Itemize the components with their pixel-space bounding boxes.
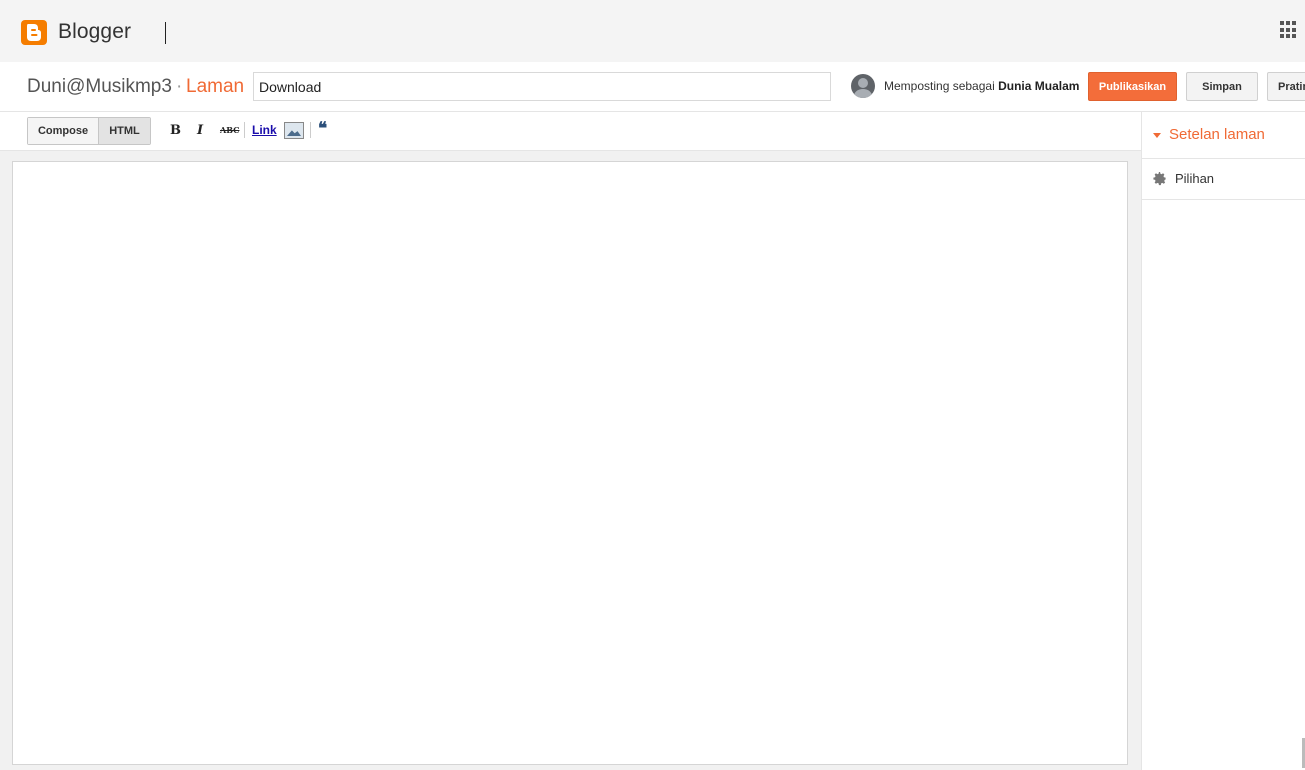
editor-area (0, 151, 1141, 770)
apps-grid-icon[interactable] (1280, 21, 1298, 39)
gear-icon (1153, 171, 1166, 186)
bold-icon[interactable]: B (170, 123, 181, 138)
link-button[interactable]: Link (252, 123, 277, 137)
divider (165, 22, 166, 44)
sidebar-item-options[interactable]: Pilihan (1142, 159, 1305, 200)
html-mode-button[interactable]: HTML (98, 118, 150, 144)
editor-toolbar: Compose HTML B I ABC Link ❝ (0, 112, 1141, 151)
posting-as-prefix: Memposting sebagai (884, 79, 995, 93)
page-settings-sidebar: Setelan laman Pilihan (1141, 112, 1305, 770)
caret-down-icon (1153, 133, 1161, 138)
sidebar-item-label: Pilihan (1175, 171, 1215, 186)
breadcrumb-separator: · (176, 76, 183, 97)
blog-name[interactable]: Duni@Musikmp3 (27, 76, 172, 98)
section-name: Laman (186, 76, 245, 97)
top-bar: Blogger (0, 0, 1305, 62)
compose-mode-button[interactable]: Compose (28, 118, 98, 144)
insert-image-icon[interactable] (284, 122, 304, 139)
blogger-b-glyph (27, 24, 41, 41)
page-title-input[interactable] (253, 72, 831, 101)
save-button[interactable]: Simpan (1186, 72, 1258, 101)
brand-name[interactable]: Blogger (58, 20, 131, 44)
preview-button[interactable]: Pratin (1267, 72, 1305, 101)
toolbar-divider (310, 122, 311, 138)
italic-icon[interactable]: I (197, 123, 203, 138)
publish-button[interactable]: Publikasikan (1088, 72, 1177, 101)
html-editor-textarea[interactable] (12, 161, 1128, 765)
posting-as-text: Memposting sebagai Dunia Mualam (884, 79, 1079, 93)
toolbar-divider (244, 122, 245, 138)
avatar[interactable] (851, 74, 875, 98)
posting-as-user: Dunia Mualam (998, 79, 1080, 93)
strikethrough-icon[interactable]: ABC (220, 125, 239, 135)
page-settings-title: Setelan laman (1169, 126, 1265, 143)
quote-icon[interactable]: ❝ (318, 121, 327, 138)
mode-toggle: Compose HTML (27, 117, 151, 145)
blogger-logo-icon[interactable] (21, 20, 47, 45)
page-settings-header[interactable]: Setelan laman (1142, 112, 1305, 159)
title-row: Duni@Musikmp3 · Laman Memposting sebagai… (0, 62, 1305, 112)
